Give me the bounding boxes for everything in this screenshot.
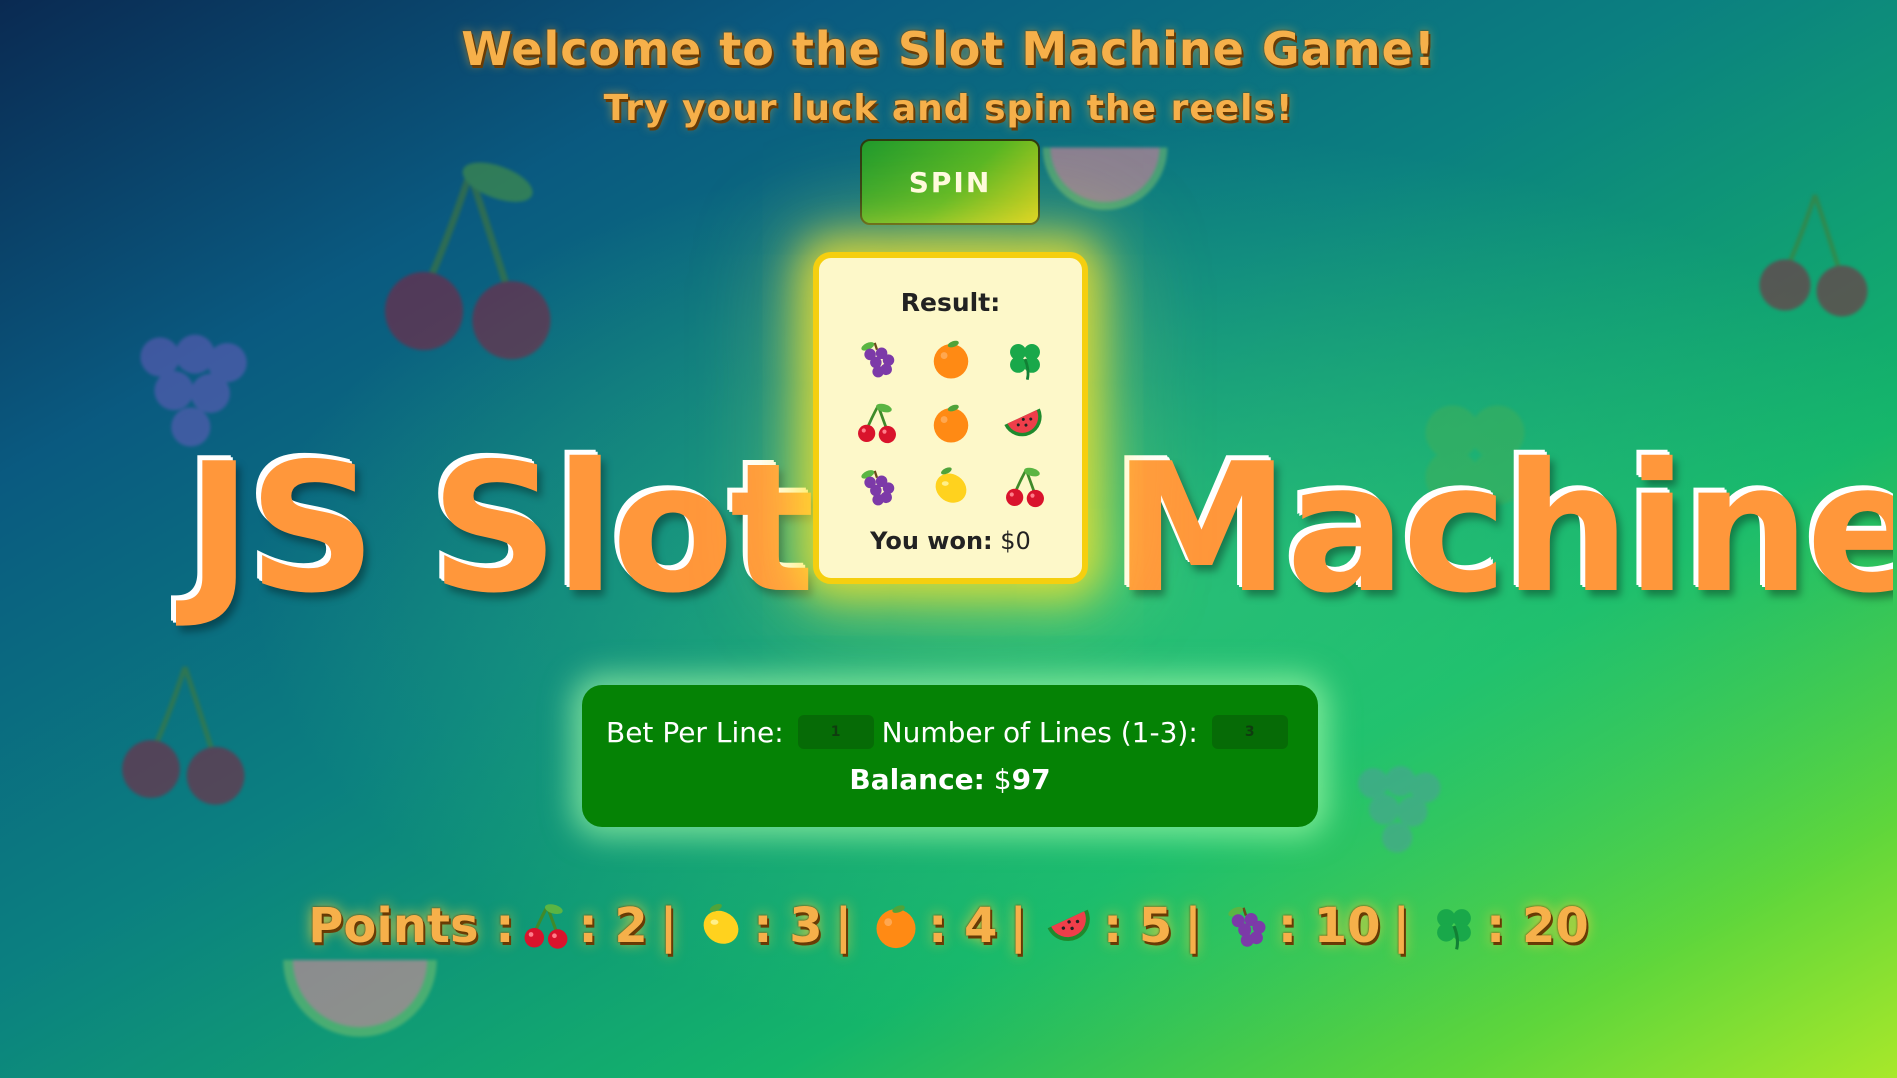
result-label: Result: [900,288,1001,317]
points-value: : 20 [1486,898,1589,954]
points-value: : 4 [928,898,998,954]
clover-icon [1428,900,1480,952]
number-of-lines-input[interactable]: 3 [1211,715,1288,749]
won-line: You won: $0 [819,527,1082,555]
bet-per-line-label: Bet Per Line: [606,715,784,749]
points-separator: | [1184,898,1202,954]
points-value: : 10 [1277,898,1381,954]
grape-icon [840,455,914,519]
spin-button[interactable]: SPIN [860,139,1040,225]
orange-icon [914,391,988,455]
result-panel: Result: You won: $0 [813,252,1088,584]
watermelon-icon [1045,900,1097,952]
watermelon-icon [988,391,1062,455]
clover-icon [988,327,1062,391]
lemon-icon [914,455,988,519]
points-separator: | [1009,898,1027,954]
brand-title-right: Machine [1113,440,1893,618]
points-value: : 5 [1102,898,1173,954]
points-value: : 3 [753,898,823,954]
background-watermelon-icon [1040,130,1170,234]
balance-currency: $ [993,763,1012,796]
background-grape-icon [1340,740,1450,874]
welcome-subtitle: Try your luck and spin the reels! [603,88,1294,129]
orange-icon [870,900,922,952]
background-cherry-icon [350,150,590,384]
background-watermelon-icon [280,940,440,1064]
orange-icon [914,327,988,391]
cherry-icon [988,455,1062,519]
grape-icon [1220,900,1272,952]
points-legend: Points : : 2 |: 3 |: 4 |: 5 |: 10 |: 20 [0,898,1897,954]
points-value: : 2 [578,898,648,954]
grape-icon [840,327,914,391]
points-separator: | [659,898,678,954]
number-of-lines-label: Number of Lines (1-3): [881,715,1198,749]
cherry-icon [840,391,914,455]
won-value: $0 [1000,527,1031,555]
balance-label: Balance: [849,763,985,796]
points-label: Points : [308,898,515,954]
background-cherry-icon [1740,170,1890,344]
bet-per-line-input[interactable]: 1 [797,715,874,749]
won-label: You won: [870,527,993,555]
bet-controls-panel: Bet Per Line: 1 Number of Lines (1-3): 3… [582,685,1318,827]
lemon-icon [695,900,747,952]
reel-grid [819,327,1082,519]
points-separator: | [1392,898,1411,954]
cherry-icon [520,900,572,952]
welcome-title: Welcome to the Slot Machine Game! [461,22,1436,76]
balance-value: 97 [1011,763,1051,796]
balance-display: Balance: $97 [582,763,1318,796]
background-cherry-icon [100,650,270,824]
points-separator: | [834,898,853,954]
brand-title-left: JS Slot [186,425,815,632]
